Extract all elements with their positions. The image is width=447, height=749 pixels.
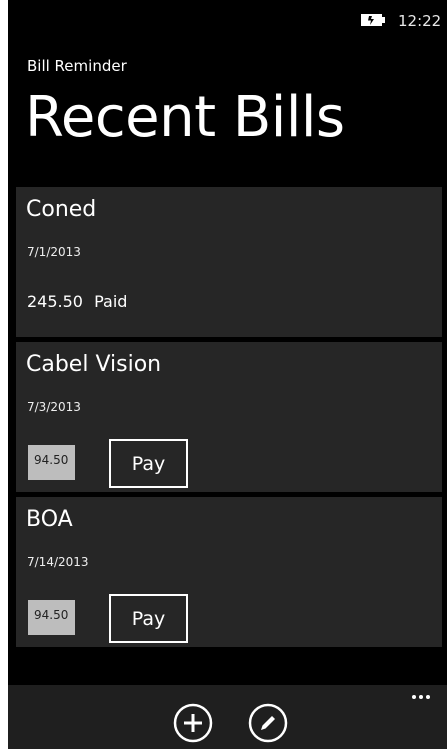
app-bar — [8, 685, 447, 749]
add-circle-icon — [171, 703, 215, 748]
bill-name: BOA — [26, 507, 73, 532]
bill-card-boa[interactable]: BOA 7/14/2013 94.50 Pay — [16, 497, 442, 647]
bill-amount-box: 94.50 — [28, 600, 75, 635]
bill-card-cabel-vision[interactable]: Cabel Vision 7/3/2013 94.50 Pay — [16, 342, 442, 492]
pay-button[interactable]: Pay — [109, 594, 188, 643]
bill-amount: 245.50 — [27, 292, 83, 311]
bill-name: Cabel Vision — [26, 352, 162, 377]
edit-button[interactable] — [246, 701, 290, 745]
status-time: 12:22 — [398, 12, 442, 30]
bill-name: Coned — [26, 197, 97, 222]
battery-charging-icon — [361, 12, 385, 26]
bill-date: 7/3/2013 — [27, 400, 81, 414]
bill-paid-row: 245.50 Paid — [27, 292, 127, 311]
pay-button[interactable]: Pay — [109, 439, 188, 488]
add-button[interactable] — [171, 701, 215, 745]
bill-date: 7/1/2013 — [27, 245, 81, 259]
bill-amount-box: 94.50 — [28, 445, 75, 480]
app-name: Bill Reminder — [27, 57, 127, 75]
more-ellipsis-icon — [404, 695, 438, 714]
edit-pencil-icon — [246, 703, 290, 748]
bill-card-coned[interactable]: Coned 7/1/2013 245.50 Paid — [16, 187, 442, 337]
status-bar: 12:22 — [8, 0, 447, 40]
phone-screen: 12:22 Bill Reminder Recent Bills Coned 7… — [8, 0, 447, 749]
paid-status: Paid — [94, 292, 128, 311]
more-options-button[interactable] — [404, 691, 438, 711]
page-title: Recent Bills — [25, 85, 345, 150]
bill-date: 7/14/2013 — [27, 555, 89, 569]
